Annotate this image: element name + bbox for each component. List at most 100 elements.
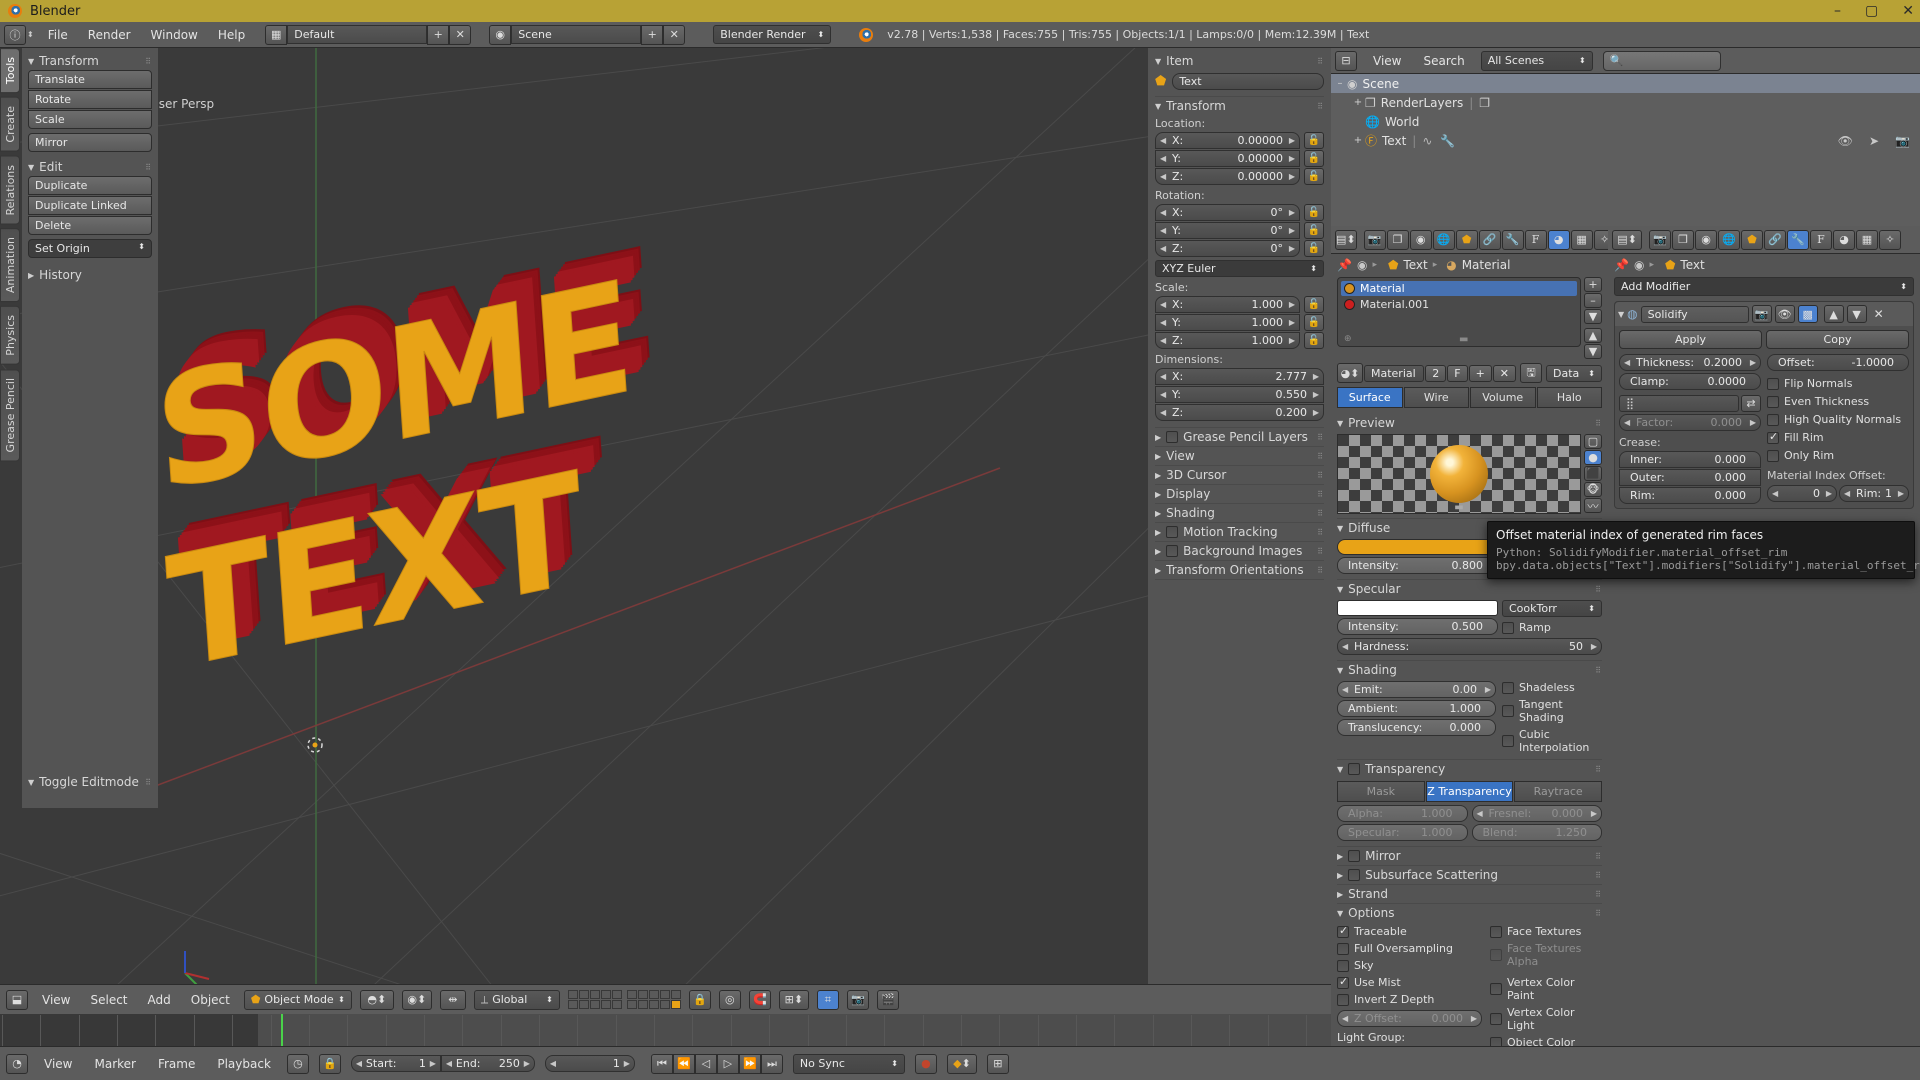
increment-arrow-icon[interactable]: ▶: [1289, 172, 1295, 181]
preview-hair-icon[interactable]: 〰: [1584, 498, 1602, 513]
cursor-arrow-icon[interactable]: ➤: [1869, 134, 1879, 148]
tab-font-data-icon[interactable]: F: [1810, 229, 1832, 250]
tool-duplicate-button[interactable]: Duplicate: [28, 176, 152, 195]
material-fake-user-button[interactable]: F: [1447, 364, 1468, 382]
manipulator-toggle[interactable]: ⇹: [439, 989, 466, 1010]
decrement-arrow-icon[interactable]: ◀: [1477, 809, 1483, 818]
keyingset-add-icon[interactable]: ⊞: [986, 1053, 1009, 1074]
material-new-button[interactable]: +: [1468, 364, 1492, 382]
increment-arrow-icon[interactable]: ▶: [624, 1059, 630, 1068]
grease-pencil-layers-checkbox[interactable]: [1166, 431, 1179, 443]
magnet-icon[interactable]: 🧲: [748, 989, 771, 1010]
tab-modifier-wrench-icon[interactable]: 🔧: [1787, 229, 1809, 250]
lock-location-x-icon[interactable]: 🔓: [1304, 132, 1324, 149]
tool-tab-create[interactable]: Create: [0, 97, 20, 152]
screen-layout-field[interactable]: Default: [287, 25, 428, 44]
outliner-menu-view[interactable]: View: [1367, 52, 1407, 70]
jump-prev-keyframe-button[interactable]: ⏪: [672, 1053, 695, 1074]
material-link-select[interactable]: Data ⬍: [1546, 364, 1602, 382]
panel-header-toggle-editmode[interactable]: ▼ Toggle Editmode ⠿: [28, 773, 152, 791]
move-slot-down-button[interactable]: ▼: [1584, 344, 1602, 359]
eye-icon[interactable]: 👁: [1838, 134, 1853, 148]
high-quality-normals-checkbox[interactable]: [1767, 413, 1779, 426]
dimensions-y-field[interactable]: ◀ Y: 0.550 ▶: [1155, 386, 1324, 403]
panel-header-strand[interactable]: ▶ Strand ⠿: [1337, 885, 1602, 903]
scene-remove-button[interactable]: ✕: [663, 24, 686, 45]
tab-material-icon[interactable]: ◕: [1547, 229, 1570, 250]
panel-header-grease-pencil-layers[interactable]: ▶ Grease Pencil Layers ⠿: [1155, 428, 1324, 446]
renderlayer-copy-icon[interactable]: ❐: [1479, 96, 1490, 110]
flip-normals-checkbox[interactable]: [1767, 377, 1779, 390]
even-thickness-checkbox[interactable]: [1767, 395, 1779, 408]
solidify-offset-field[interactable]: Offset: -1.0000: [1767, 354, 1909, 371]
location-x-field[interactable]: ◀ X: 0.00000 ▶: [1155, 132, 1300, 149]
increment-arrow-icon[interactable]: ▶: [1289, 336, 1295, 345]
lock-scale-z-icon[interactable]: 🔓: [1304, 332, 1324, 349]
snap-target-icon[interactable]: ⌗: [816, 989, 839, 1010]
sky-checkbox[interactable]: [1337, 959, 1349, 972]
increment-arrow-icon[interactable]: ▶: [1289, 226, 1295, 235]
render-opengl-image-icon[interactable]: 📷: [846, 989, 869, 1010]
increment-arrow-icon[interactable]: ▶: [1289, 154, 1295, 163]
tool-mirror-button[interactable]: Mirror: [28, 133, 152, 152]
modifier-move-up-button[interactable]: ▲: [1823, 305, 1844, 323]
tab-object-icon[interactable]: ⬟: [1455, 229, 1478, 250]
increment-arrow-icon[interactable]: ▶: [1313, 408, 1319, 417]
menu-window[interactable]: Window: [145, 26, 204, 44]
rotation-mode-select[interactable]: XYZ Euler ⬍: [1155, 260, 1324, 277]
timeline-menu-frame[interactable]: Frame: [152, 1055, 201, 1073]
timeline-menu-marker[interactable]: Marker: [88, 1055, 141, 1073]
tab-render-icon[interactable]: 📷: [1363, 229, 1386, 250]
tool-duplicate-linked-button[interactable]: Duplicate Linked: [28, 196, 152, 215]
object-name-field[interactable]: Text: [1172, 73, 1324, 90]
tab-texture-icon[interactable]: ▦: [1570, 229, 1593, 250]
outliner-search-field[interactable]: 🔍: [1602, 50, 1721, 71]
sss-checkbox[interactable]: [1348, 869, 1361, 881]
decrement-arrow-icon[interactable]: ◀: [446, 1059, 452, 1068]
increment-arrow-icon[interactable]: ▶: [1313, 390, 1319, 399]
auto-keyframe-icon[interactable]: ◷: [286, 1053, 309, 1074]
scale-y-field[interactable]: ◀ Y: 1.000 ▶: [1155, 314, 1300, 331]
decrement-arrow-icon[interactable]: ◀: [1160, 372, 1166, 381]
window-maximize-button[interactable]: ▢: [1865, 3, 1878, 19]
viewport-menu-select[interactable]: Select: [84, 991, 133, 1009]
increment-arrow-icon[interactable]: ▶: [1591, 642, 1597, 651]
jump-to-end-button[interactable]: ⏭: [760, 1053, 783, 1074]
specular-ramp-checkbox[interactable]: [1502, 621, 1514, 634]
vertex-color-light-checkbox[interactable]: [1490, 1013, 1502, 1025]
material-users-count[interactable]: 2: [1425, 364, 1447, 382]
curve-data-icon[interactable]: ∿: [1422, 134, 1432, 148]
specular-shader-select[interactable]: CookTorr ⬍: [1502, 600, 1602, 617]
tab-scene-icon[interactable]: ◉: [1409, 229, 1432, 250]
outliner-editor[interactable]: ⊟ View Search All Scenes ⬍ 🔍 – ◉ Scene +…: [1331, 48, 1920, 226]
panel-header-edit[interactable]: ▼ Edit ⠿: [28, 158, 152, 176]
tab-halo[interactable]: Halo: [1536, 387, 1602, 408]
outliner-menu-search[interactable]: Search: [1417, 52, 1470, 70]
specular-hardness-field[interactable]: ◀ Hardness: 50 ▶: [1337, 638, 1602, 655]
panel-header-mirror[interactable]: ▶ Mirror ⠿: [1337, 847, 1602, 865]
panel-header-background-images[interactable]: ▶ Background Images ⠿: [1155, 542, 1324, 560]
expand-icon[interactable]: +: [1351, 97, 1365, 108]
modifier-name-field[interactable]: Solidify: [1640, 305, 1749, 323]
decrement-arrow-icon[interactable]: ◀: [1772, 489, 1778, 498]
properties-editor-modifiers[interactable]: ▤⬍ 📷 ❐ ◉ 🌐 ⬟ 🔗 🔧 F ◕ ▦ ✧ 📌 ◉ ▸ ⬟ Text Ad…: [1608, 226, 1920, 1046]
decrement-arrow-icon[interactable]: ◀: [1160, 336, 1166, 345]
material-index-offset-field[interactable]: ◀ 0 ▶: [1767, 485, 1837, 502]
diffuse-intensity-slider[interactable]: Intensity: 0.800: [1337, 557, 1498, 574]
panel-header-options[interactable]: ▼ Options ⠿: [1337, 904, 1602, 922]
panel-header-transform-orientations[interactable]: ▶ Transform Orientations ⠿: [1155, 561, 1324, 579]
object-color-checkbox[interactable]: [1490, 1036, 1502, 1046]
motion-tracking-checkbox[interactable]: [1166, 526, 1179, 538]
tab-constraints-icon[interactable]: 🔗: [1478, 229, 1501, 250]
3d-viewport[interactable]: SOME TEXT SOME TEXT User Persp (1) Text: [0, 48, 1331, 984]
mirror-checkbox[interactable]: [1348, 850, 1361, 862]
specular-intensity-slider[interactable]: Intensity: 0.500: [1337, 618, 1498, 635]
increment-arrow-icon[interactable]: ▶: [1485, 685, 1491, 694]
frame-start-field[interactable]: ◀ Start: 1 ▶: [350, 1055, 441, 1072]
tab-render-icon[interactable]: 📷: [1649, 229, 1671, 250]
lock-rotation-y-icon[interactable]: 🔓: [1304, 222, 1324, 239]
dimensions-z-field[interactable]: ◀ Z: 0.200 ▶: [1155, 404, 1324, 421]
viewport-menu-object[interactable]: Object: [185, 991, 236, 1009]
lock-to-scene-icon[interactable]: 🔒: [688, 989, 711, 1010]
increment-arrow-icon[interactable]: ▶: [1750, 358, 1756, 367]
